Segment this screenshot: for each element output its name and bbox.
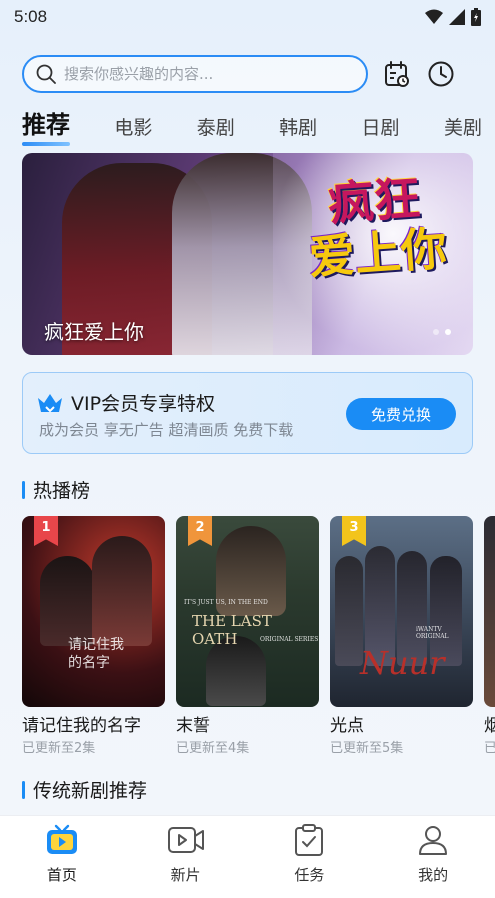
poster-image: 请记住我的名字 1 — [22, 516, 165, 707]
poster-image: iWANTV ORIGINAL Nuur 3 — [330, 516, 473, 707]
category-tabs: 推荐 电影 泰剧 韩剧 日剧 美剧 — [22, 106, 482, 146]
card-episode-status: 已更新至5集 — [330, 741, 404, 756]
nav-new-releases[interactable]: 新片 — [146, 824, 226, 885]
banner-logo: 疯狂 爱上你 — [298, 170, 455, 285]
status-time: 5:08 — [14, 7, 48, 26]
tab-thai-drama[interactable]: 泰剧 — [197, 113, 235, 146]
poster-text: Nuur — [360, 644, 445, 682]
history-clock-icon — [428, 61, 454, 87]
poster-image — [484, 516, 495, 707]
hot-card[interactable]: 烟 已 — [484, 516, 495, 756]
rank-badge: 1 — [34, 516, 58, 546]
card-episode-status: 已 — [484, 741, 495, 756]
calendar-icon — [385, 61, 409, 87]
poster-figure — [40, 556, 95, 646]
vip-title: VIP会员专享特权 — [71, 393, 216, 415]
hot-heading-text: 热播榜 — [33, 480, 91, 502]
vip-card[interactable]: VIP会员专享特权 成为会员 享无广告 超清画质 免费下载 免费兑换 — [22, 372, 473, 454]
search-box[interactable] — [22, 55, 368, 93]
crown-icon — [38, 393, 62, 412]
hero-banner[interactable]: 疯狂 爱上你 疯狂爱上你 — [22, 153, 473, 355]
hot-list: 请记住我的名字 1 请记住我的名字 已更新至2集 IT'S JUST US, I… — [22, 516, 495, 756]
vip-title-row: VIP会员专享特权 — [37, 389, 215, 416]
tab-recommend[interactable]: 推荐 — [22, 105, 70, 146]
calendar-button[interactable] — [382, 59, 412, 89]
poster-series-label: ORIGINAL SERIES — [260, 636, 319, 643]
poster-figure — [92, 536, 152, 646]
tab-us-drama[interactable]: 美剧 — [444, 113, 482, 146]
user-icon — [419, 826, 448, 855]
hot-card[interactable]: 请记住我的名字 1 请记住我的名字 已更新至2集 — [22, 516, 165, 756]
card-title: 烟 — [484, 716, 495, 736]
wifi-icon — [425, 9, 443, 24]
nav-home[interactable]: 首页 — [22, 824, 102, 885]
search-input[interactable] — [64, 65, 344, 83]
nav-profile[interactable]: 我的 — [393, 824, 473, 885]
nav-label: 首页 — [46, 866, 77, 884]
video-camera-icon — [167, 827, 204, 853]
tv-icon — [46, 824, 77, 854]
vip-redeem-button[interactable]: 免费兑换 — [346, 398, 456, 430]
pagination-dot-active[interactable] — [445, 329, 451, 335]
hot-card[interactable]: iWANTV ORIGINAL Nuur 3 光点 已更新至5集 — [330, 516, 473, 756]
nav-label: 任务 — [294, 866, 325, 884]
poster-text: 请记住我的名字 — [68, 637, 124, 671]
nav-tasks[interactable]: 任务 — [269, 824, 349, 885]
heading-bar — [22, 480, 25, 499]
hot-card[interactable]: IT'S JUST US, IN THE END THE LAST OATH O… — [176, 516, 319, 756]
vip-subtitle: 成为会员 享无广告 超清画质 免费下载 — [39, 421, 294, 439]
banner-pagination — [433, 329, 451, 335]
heading-bar — [22, 780, 25, 799]
poster-tagline: IT'S JUST US, IN THE END — [184, 599, 268, 606]
traditional-section-heading: 传统新剧推荐 — [22, 776, 147, 803]
traditional-heading-text: 传统新剧推荐 — [33, 780, 148, 802]
status-icons — [425, 8, 481, 26]
banner-logo-line2: 爱上你 — [307, 221, 449, 285]
bottom-nav: 首页 新片 任务 我的 — [0, 815, 495, 898]
banner-title: 疯狂爱上你 — [44, 320, 144, 344]
history-button[interactable] — [426, 59, 456, 89]
battery-icon — [471, 8, 481, 26]
clipboard-check-icon — [295, 824, 324, 856]
rank-badge: 3 — [342, 516, 366, 546]
signal-icon — [449, 9, 465, 25]
search-icon — [36, 64, 56, 84]
nav-label: 新片 — [170, 866, 201, 884]
poster-image: IT'S JUST US, IN THE END THE LAST OATH O… — [176, 516, 319, 707]
card-title: 请记住我的名字 — [22, 716, 141, 736]
poster-figure — [335, 556, 363, 666]
tab-japanese-drama[interactable]: 日剧 — [362, 113, 400, 146]
search-row — [22, 55, 482, 93]
card-title: 光点 — [330, 716, 364, 736]
tab-korean-drama[interactable]: 韩剧 — [279, 113, 317, 146]
pagination-dot[interactable] — [433, 329, 439, 335]
status-bar: 5:08 — [0, 0, 495, 34]
poster-tagline: iWANTV ORIGINAL — [416, 626, 449, 640]
card-episode-status: 已更新至2集 — [22, 741, 96, 756]
hot-section-heading: 热播榜 — [22, 476, 90, 503]
card-title: 末誓 — [176, 716, 210, 736]
tab-movie[interactable]: 电影 — [114, 113, 152, 146]
card-episode-status: 已更新至4集 — [176, 741, 250, 756]
rank-badge: 2 — [188, 516, 212, 546]
nav-label: 我的 — [418, 866, 449, 884]
